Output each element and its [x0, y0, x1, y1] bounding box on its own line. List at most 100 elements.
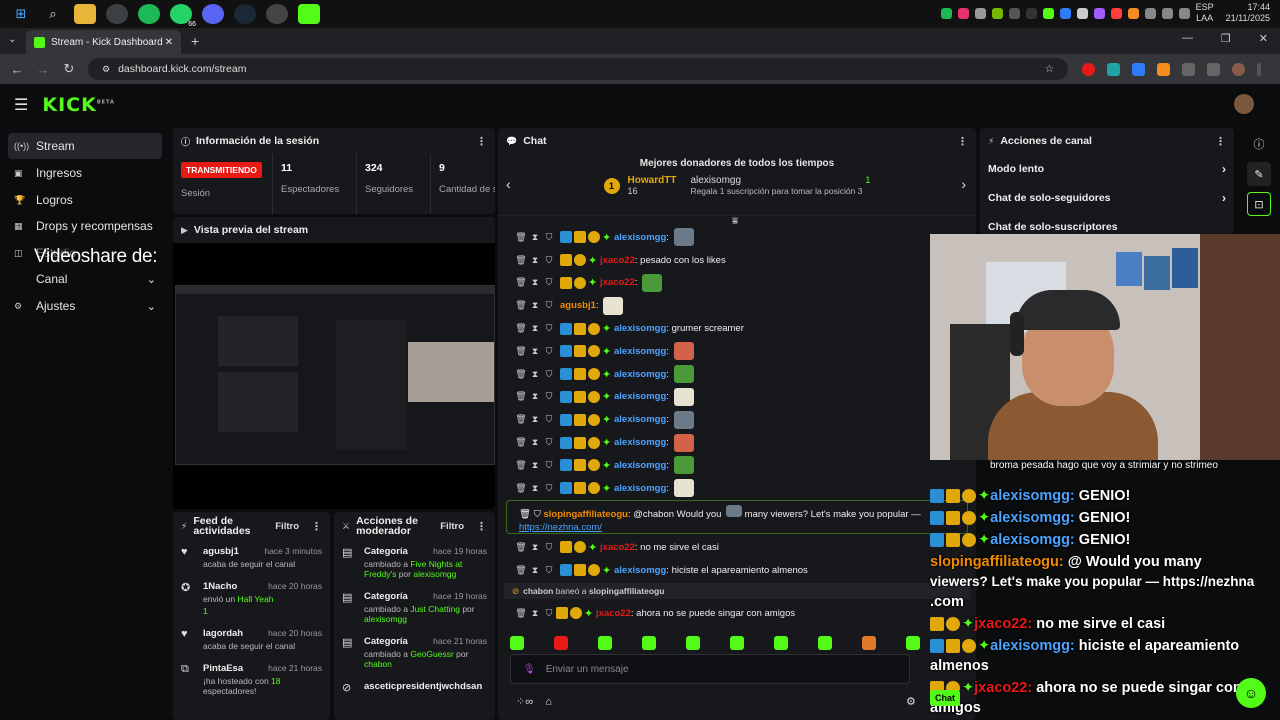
chat-username[interactable]: alexisomgg	[614, 460, 666, 471]
app-tray-icon[interactable]	[1076, 7, 1088, 19]
store-icon[interactable]: ⌂	[545, 696, 552, 708]
chat-username[interactable]: alexisomgg	[614, 346, 666, 357]
delete-icon[interactable]: 🗑	[514, 300, 528, 311]
ban-icon[interactable]: ⛉	[542, 323, 556, 334]
volume-icon[interactable]	[1161, 7, 1173, 19]
chat-message[interactable]: 🗑 ⧗ ⛉ ✦ alexisomgg:	[498, 431, 976, 454]
delete-icon[interactable]: 🗑	[514, 391, 528, 402]
spam-message[interactable]: 🗑 ⛉ slopingaffiliateogu: @chabon Would y…	[506, 500, 968, 534]
chat-settings-icon[interactable]: ⚙	[906, 695, 916, 708]
user-avatar[interactable]	[1234, 94, 1254, 114]
site-info-icon[interactable]: ⚙	[102, 64, 110, 75]
chrome-icon[interactable]	[106, 4, 128, 24]
chat-username[interactable]: agusbj1	[560, 300, 596, 311]
chat-username[interactable]: jxaco22	[600, 542, 635, 553]
microphone-icon[interactable]: 🎙	[523, 664, 536, 675]
delete-icon[interactable]: 🗑	[514, 346, 528, 357]
timeout-icon[interactable]: ⧗	[528, 277, 542, 288]
delete-icon[interactable]: 🗑	[514, 565, 528, 576]
windows-start-icon[interactable]: ⊞	[10, 4, 32, 24]
chat-username[interactable]: alexisomgg	[614, 483, 666, 494]
emote-icon[interactable]	[554, 636, 568, 650]
ban-icon[interactable]: ⛉	[542, 232, 556, 243]
delete-icon[interactable]: 🗑	[514, 277, 528, 288]
chat-username[interactable]: jxaco22	[596, 608, 631, 619]
emote-icon[interactable]	[642, 636, 656, 650]
ban-icon[interactable]: ⛉	[542, 542, 556, 553]
bluetooth-icon[interactable]	[1025, 7, 1037, 19]
extension-icon[interactable]	[1082, 62, 1095, 76]
chat-message[interactable]: 🗑 ⧗ ⛉ ✦ alexisomgg: hiciste el apareamiento …	[498, 559, 976, 582]
network-icon[interactable]	[1144, 7, 1156, 19]
chat-message[interactable]: 🗑 ⧗ ⛉ ✦ alexisomgg:	[498, 477, 976, 500]
chat-message[interactable]: 🗑 ⧗ ⛉ ✦ alexisomgg: grumer screamer	[498, 317, 976, 340]
back-icon[interactable]: ←	[8, 62, 26, 77]
feed-user[interactable]: lagordah	[203, 628, 243, 639]
timeout-icon[interactable]: ⧗	[528, 232, 542, 243]
layout-icon[interactable]: ⊡	[1247, 192, 1271, 216]
chat-message[interactable]: 🗑 ⧗ ⛉ ✦ alexisomgg:	[498, 226, 976, 249]
ban-icon[interactable]: ⛉	[542, 255, 556, 266]
donor-name[interactable]: HowardTT	[628, 175, 677, 186]
battery-icon[interactable]	[1178, 7, 1190, 19]
app-tray-icon[interactable]	[1059, 7, 1071, 19]
extension-icon[interactable]	[1107, 62, 1120, 76]
chat-toggle-button[interactable]: Chat	[930, 690, 960, 706]
delete-icon[interactable]: 🗑	[514, 437, 528, 448]
delete-icon[interactable]: 🗑	[514, 460, 528, 471]
timeout-icon[interactable]: ⧗	[528, 255, 542, 266]
timeout-icon[interactable]: ⧗	[528, 300, 542, 311]
chat-message[interactable]: 🗑 ⧗ ⛉ ✦ alexisomgg:	[498, 386, 976, 409]
delete-icon[interactable]: 🗑	[514, 542, 528, 553]
emote-icon[interactable]	[818, 636, 832, 650]
delete-icon[interactable]: 🗑	[514, 483, 528, 494]
chat-message[interactable]: 🗑 ⧗ ⛉ agusbj1:	[498, 294, 976, 317]
sidebar-item-drops[interactable]: ▦ Drops y recompensas	[8, 213, 162, 239]
close-tab-icon[interactable]: ✕	[165, 37, 173, 48]
file-explorer-icon[interactable]	[74, 4, 96, 24]
help-chat-icon[interactable]: ☺	[1236, 678, 1266, 708]
close-window-icon[interactable]: ✕	[1259, 32, 1268, 45]
chat-link[interactable]: https://nezhna.com/	[519, 522, 602, 533]
sidebar-item-canal[interactable]: Canal ⌄	[8, 266, 162, 292]
maximize-icon[interactable]: ❐	[1221, 32, 1231, 45]
tab-search-icon[interactable]: ⌄	[8, 34, 16, 45]
mod-user[interactable]: alexisomgg	[413, 569, 456, 579]
more-icon[interactable]: ⋮	[957, 135, 968, 148]
game-launcher-icon[interactable]	[266, 4, 288, 24]
filter-button[interactable]: Filtro	[440, 521, 464, 532]
ban-icon[interactable]: ⛉	[542, 346, 556, 357]
donor-name[interactable]: alexisomgg	[690, 175, 741, 186]
delete-icon[interactable]: 🗑	[514, 369, 528, 380]
reload-icon[interactable]: ↻	[60, 61, 78, 77]
language-indicator[interactable]: ESP LAA	[1196, 2, 1214, 24]
ban-icon[interactable]: ⛉	[542, 369, 556, 380]
app-tray-icon[interactable]	[1110, 7, 1122, 19]
spotify-tray-icon[interactable]	[940, 7, 952, 19]
timeout-icon[interactable]: ⧗	[528, 483, 542, 494]
delete-icon[interactable]: 🗑	[514, 414, 528, 425]
ban-icon[interactable]: ⛉	[542, 460, 556, 471]
sidebar-item-ingresos[interactable]: ▣ Ingresos	[8, 160, 162, 186]
discord-icon[interactable]	[202, 4, 224, 24]
timeout-icon[interactable]: ⧗	[528, 414, 542, 425]
timeout-icon[interactable]: ⧗	[528, 608, 542, 619]
feed-user[interactable]: 1Nacho	[203, 581, 237, 592]
app-tray-icon[interactable]	[1093, 7, 1105, 19]
ban-target[interactable]: slopingaffiliateogu	[589, 586, 665, 596]
chat-message[interactable]: 🗑 ⧗ ⛉ ✦ jxaco22:	[498, 272, 976, 295]
ban-icon[interactable]: ⛉	[542, 300, 556, 311]
menu-icon[interactable]: ☰	[14, 95, 28, 115]
delete-icon[interactable]: 🗑	[514, 608, 528, 619]
ban-icon[interactable]: ⛉	[542, 565, 556, 576]
timeout-icon[interactable]: ⧗	[528, 369, 542, 380]
ban-user[interactable]: chabon	[523, 586, 553, 596]
emote-icon[interactable]	[862, 636, 876, 650]
mod-user[interactable]: alexisomgg	[364, 614, 407, 624]
extensions-puzzle-icon[interactable]	[1182, 62, 1195, 76]
app-tray-icon[interactable]	[1008, 7, 1020, 19]
sidebar-item-logros[interactable]: 🏆 Logros	[8, 187, 162, 213]
delete-icon[interactable]: 🗑	[514, 255, 528, 266]
sidebar-item-ajustes[interactable]: ⚙ Ajustes ⌄	[8, 293, 162, 319]
emote-icon[interactable]	[686, 636, 700, 650]
